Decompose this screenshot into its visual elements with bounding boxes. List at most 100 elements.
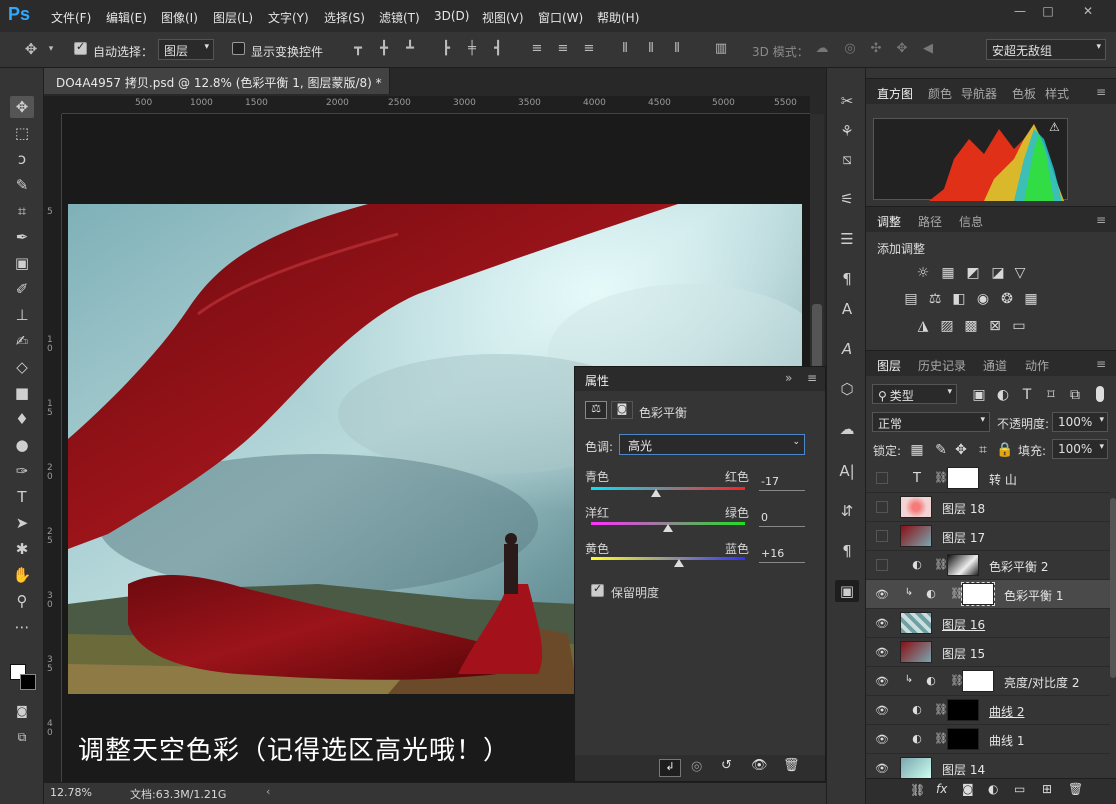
tab-info[interactable]: 信息: [959, 213, 983, 230]
layer-row[interactable]: 👁 图层 15: [866, 638, 1110, 667]
distribute-vcenter-icon[interactable]: ≡: [556, 42, 570, 56]
opacity-field[interactable]: 100% ▾: [1052, 412, 1108, 432]
layer-style-fx-icon[interactable]: fx: [936, 782, 947, 796]
marquee-tool-icon[interactable]: ⬚: [10, 122, 34, 144]
menu-edit[interactable]: 编辑(E): [106, 9, 147, 26]
visibility-eye-icon[interactable]: 👁: [875, 733, 889, 746]
auto-align-icon[interactable]: ▥: [714, 42, 728, 56]
filter-type-icon[interactable]: T: [1018, 386, 1036, 404]
align-vcenter-icon[interactable]: ╋: [377, 42, 391, 56]
new-group-icon[interactable]: ▭: [1014, 782, 1025, 796]
tab-channels[interactable]: 通道: [983, 357, 1007, 374]
tone-dropdown[interactable]: 高光 ⌄: [619, 434, 805, 455]
paragraph-icon[interactable]: ¶: [835, 540, 859, 562]
tab-history[interactable]: 历史记录: [918, 357, 966, 374]
menu-image[interactable]: 图像(I): [161, 9, 198, 26]
glyphs-icon[interactable]: A: [835, 298, 859, 320]
move-tool-icon[interactable]: ✥: [10, 96, 34, 118]
reset-icon[interactable]: ↺: [721, 758, 732, 773]
layer-row[interactable]: ◐ ⛓ 色彩平衡 2: [866, 551, 1110, 580]
filter-adjustment-icon[interactable]: ◐: [994, 386, 1012, 404]
adjust-stamp-icon[interactable]: ☰: [835, 228, 859, 250]
visibility-toggle-off[interactable]: [876, 530, 888, 542]
align-right-icon[interactable]: ┫: [491, 42, 505, 56]
blur-tool-icon[interactable]: ♦: [10, 408, 34, 430]
tab-histogram[interactable]: 直方图: [877, 85, 913, 102]
visibility-eye-icon[interactable]: 👁: [751, 758, 768, 773]
stamp-tool-icon[interactable]: ⊥: [10, 304, 34, 326]
selective-color-icon[interactable]: ⊠: [986, 317, 1004, 335]
black-white-icon[interactable]: ◧: [950, 290, 968, 308]
balance-scale-icon[interactable]: ⚖: [585, 401, 607, 419]
quick-select-tool-icon[interactable]: ✎: [10, 174, 34, 196]
tab-adjustments[interactable]: 调整: [877, 213, 901, 230]
move-tool-icon[interactable]: ✥: [24, 42, 38, 57]
posterize-icon[interactable]: ▨: [938, 317, 956, 335]
layer-row[interactable]: 👁 ◐ ⛓ 曲线 2: [866, 696, 1110, 725]
lock-position-icon[interactable]: ✥: [952, 441, 970, 459]
distribute-top-icon[interactable]: ≡: [530, 42, 544, 56]
auto-select-dropdown[interactable]: 图层 ▾: [158, 39, 214, 60]
gradient-map-icon[interactable]: ▭: [1010, 317, 1028, 335]
color-lookup-icon[interactable]: ▦: [1022, 290, 1040, 308]
vibrance-icon[interactable]: ▽: [1011, 264, 1029, 282]
crop-tool-icon[interactable]: ⌗: [10, 200, 34, 222]
tab-styles[interactable]: 样式: [1045, 85, 1069, 102]
menu-file[interactable]: 文件(F): [51, 9, 91, 26]
distribute-bottom-icon[interactable]: ≡: [582, 42, 596, 56]
libraries-icon[interactable]: ☁: [835, 418, 859, 440]
status-menu-arrow-icon[interactable]: ‹: [266, 785, 270, 798]
text-icon[interactable]: A|: [835, 460, 859, 482]
tab-color[interactable]: 颜色: [928, 85, 952, 102]
panel-menu-icon[interactable]: ≡: [1096, 85, 1106, 99]
align-hcenter-icon[interactable]: ╪: [465, 42, 479, 56]
panel-menu-icon[interactable]: ≡: [807, 371, 817, 385]
visibility-toggle-off[interactable]: [876, 559, 888, 571]
exposure-icon[interactable]: ◪: [989, 264, 1007, 282]
layer-row[interactable]: T ⛓ 转 山: [866, 464, 1110, 493]
close-button[interactable]: ✕: [1078, 4, 1098, 20]
layer-row[interactable]: 图层 18: [866, 493, 1110, 522]
path-select-tool-icon[interactable]: ➤: [10, 512, 34, 534]
invert-icon[interactable]: ◮: [914, 317, 932, 335]
document-tab[interactable]: DO4A4957 拷贝.psd @ 12.8% (色彩平衡 1, 图层蒙版/8)…: [44, 68, 390, 94]
lock-transparent-icon[interactable]: ▦: [908, 441, 926, 459]
visibility-eye-icon[interactable]: 👁: [875, 617, 889, 630]
auto-select-checkbox[interactable]: [74, 40, 87, 55]
panel-menu-icon[interactable]: ≡: [1096, 213, 1106, 227]
collapse-icon[interactable]: »: [785, 371, 792, 385]
magenta-green-slider-knob[interactable]: [663, 524, 673, 532]
visibility-eye-icon[interactable]: 👁: [875, 704, 889, 717]
cyan-red-slider[interactable]: [591, 487, 745, 490]
layer-filter-dropdown[interactable]: ⚲ 类型 ▾: [872, 384, 957, 404]
background-color-swatch[interactable]: [20, 674, 36, 690]
character-icon[interactable]: A: [835, 338, 859, 360]
tool-preset-dropdown-icon[interactable]: ▾: [44, 42, 58, 56]
menu-view[interactable]: 视图(V): [482, 9, 524, 26]
tab-paths[interactable]: 路径: [918, 213, 942, 230]
tab-layers[interactable]: 图层: [877, 357, 901, 374]
pen-tool-icon[interactable]: ✑: [10, 460, 34, 482]
threshold-icon[interactable]: ▩: [962, 317, 980, 335]
menu-filter[interactable]: 滤镜(T): [379, 9, 420, 26]
lasso-tool-icon[interactable]: ↄ: [10, 148, 34, 170]
quick-mask-icon[interactable]: ◙: [10, 700, 34, 722]
menu-help[interactable]: 帮助(H): [597, 9, 639, 26]
3d-cube-icon[interactable]: ⬡: [835, 378, 859, 400]
brush-tool-icon[interactable]: ✐: [10, 278, 34, 300]
color-balance-icon[interactable]: ⚖: [926, 290, 944, 308]
character-styles-icon[interactable]: ¶: [835, 268, 859, 290]
layer-row[interactable]: 👁 ↳ ◐ ⛓ 亮度/对比度 2: [866, 667, 1110, 696]
align-left-icon[interactable]: ┣: [439, 42, 453, 56]
fill-field[interactable]: 100% ▾: [1052, 439, 1108, 459]
actions-icon[interactable]: ⇵: [835, 500, 859, 522]
dodge-tool-icon[interactable]: ●: [10, 434, 34, 456]
align-top-icon[interactable]: ┳: [351, 42, 365, 56]
menu-type[interactable]: 文字(Y): [268, 9, 309, 26]
properties-icon[interactable]: ⚟: [835, 188, 859, 210]
filter-toggle[interactable]: [1096, 386, 1104, 402]
yellow-blue-slider-knob[interactable]: [673, 559, 684, 567]
show-transform-checkbox[interactable]: [232, 42, 245, 55]
tool-presets-icon[interactable]: ⧅: [835, 148, 859, 170]
levels-icon[interactable]: ▦: [939, 264, 957, 282]
